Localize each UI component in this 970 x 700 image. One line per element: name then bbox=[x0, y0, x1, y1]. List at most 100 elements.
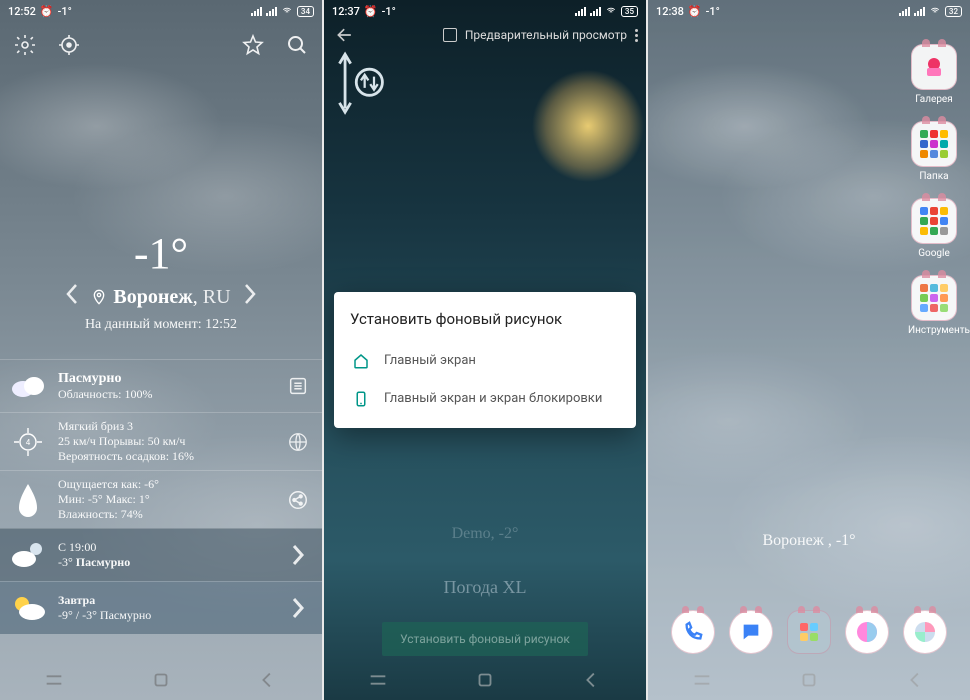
nav-recent-button[interactable] bbox=[691, 669, 713, 691]
location-name[interactable]: Воронеж, RU bbox=[113, 286, 230, 309]
preview-checkbox[interactable] bbox=[443, 28, 457, 42]
partly-cloudy-icon bbox=[6, 588, 50, 628]
screenshot-wallpaper-picker: 12:37 ⏰ -1° 35 Предварительный просмотр … bbox=[324, 0, 646, 700]
nav-back-button[interactable] bbox=[905, 669, 927, 691]
signal-icon-2 bbox=[914, 7, 925, 16]
phone-icon bbox=[352, 390, 370, 408]
app-gallery[interactable]: Галерея bbox=[908, 44, 960, 105]
app-google-folder[interactable]: Google bbox=[908, 198, 960, 259]
signal-icon bbox=[575, 7, 586, 16]
home-apps-column: Галерея Папка Google Инструме bbox=[908, 44, 960, 336]
settings-button[interactable] bbox=[12, 32, 38, 58]
overflow-menu-button[interactable] bbox=[635, 29, 638, 42]
feels-like-row[interactable]: Ощущается как: -6° Мин: -5° Макс: 1° Вла… bbox=[0, 470, 322, 528]
details-button[interactable] bbox=[284, 372, 312, 400]
gallery-icon bbox=[921, 54, 947, 80]
system-nav-bar bbox=[648, 660, 970, 700]
signal-icon-2 bbox=[266, 7, 277, 16]
locate-button[interactable] bbox=[56, 32, 82, 58]
phone-icon bbox=[682, 621, 704, 643]
chevron-right-icon bbox=[284, 541, 312, 569]
as-of-label: На данный момент: 12:52 bbox=[0, 317, 322, 333]
set-wallpaper-button[interactable]: Установить фоновый рисунок bbox=[382, 622, 588, 656]
app-folder[interactable]: Папка bbox=[908, 121, 960, 182]
back-button[interactable] bbox=[332, 22, 358, 48]
app-label: Галерея bbox=[908, 94, 960, 105]
browser-icon bbox=[855, 620, 879, 644]
app-name-label: Погода XL bbox=[324, 577, 646, 598]
svg-text:4: 4 bbox=[26, 438, 31, 447]
battery-icon: 35 bbox=[621, 6, 638, 17]
app-label: Инструменты bbox=[908, 325, 960, 336]
dock-browser-2[interactable] bbox=[903, 610, 947, 654]
wallpaper-header-bar: Предварительный просмотр bbox=[324, 24, 646, 46]
dock-folder[interactable] bbox=[787, 610, 831, 654]
favorite-button[interactable] bbox=[240, 32, 266, 58]
signal-icon bbox=[251, 7, 262, 16]
weather-summary: -1° Воронеж, RU На данный момент: 12:52 bbox=[0, 228, 322, 333]
feels-line2: Мин: -5° Макс: 1° bbox=[58, 492, 276, 507]
condition-row[interactable]: Пасмурно Облачность: 100% bbox=[0, 359, 322, 412]
nav-back-button[interactable] bbox=[257, 669, 279, 691]
prev-location-button[interactable] bbox=[59, 283, 85, 311]
feels-line1: Ощущается как: -6° bbox=[58, 477, 276, 492]
dock-phone[interactable] bbox=[671, 610, 715, 654]
map-button[interactable] bbox=[284, 428, 312, 456]
wind-line1: Мягкий бриз 3 bbox=[58, 419, 276, 434]
system-nav-bar bbox=[0, 660, 322, 700]
chevron-right-icon bbox=[284, 594, 312, 622]
status-time: 12:37 bbox=[332, 5, 360, 18]
nav-home-button[interactable] bbox=[798, 669, 820, 691]
screenshot-home-screen: 12:38 ⏰ -1° 32 Галерея Папка bbox=[648, 0, 970, 700]
preview-label: Предварительный просмотр bbox=[465, 28, 627, 42]
weather-details-list: Пасмурно Облачность: 100% 4 Мягкий бриз … bbox=[0, 359, 322, 634]
app-label: Google bbox=[908, 248, 960, 259]
status-bar: 12:38 ⏰ -1° 32 bbox=[648, 0, 970, 22]
nav-recent-button[interactable] bbox=[43, 669, 65, 691]
nav-recent-button[interactable] bbox=[367, 669, 389, 691]
star-icon bbox=[241, 33, 265, 57]
weather-widget[interactable]: Воронеж , -1° bbox=[648, 532, 970, 550]
nav-back-button[interactable] bbox=[581, 669, 603, 691]
nav-home-button[interactable] bbox=[150, 669, 172, 691]
location-pin-icon bbox=[91, 289, 107, 305]
chevron-right-icon bbox=[243, 283, 257, 305]
current-temperature: -1° bbox=[0, 228, 322, 279]
signal-icon bbox=[899, 7, 910, 16]
option-home-and-lock[interactable]: Главный экран и экран блокировки bbox=[350, 380, 620, 418]
option-home-screen[interactable]: Главный экран bbox=[350, 342, 620, 380]
demo-widget-text: Demo, -2° bbox=[324, 525, 646, 543]
wallpaper-preview-bottom: Demo, -2° Погода XL Установить фоновый р… bbox=[324, 525, 646, 656]
system-nav-bar bbox=[324, 660, 646, 700]
humidity-icon bbox=[6, 480, 50, 520]
option-label: Главный экран bbox=[384, 353, 476, 370]
battery-icon: 32 bbox=[945, 6, 962, 17]
dock bbox=[648, 610, 970, 654]
folder-icon bbox=[920, 284, 948, 312]
tomorrow-forecast-row[interactable]: Завтра -9° / -3° Пасмурно bbox=[0, 581, 322, 634]
cloud-icon bbox=[6, 366, 50, 406]
set-wallpaper-dialog: Установить фоновый рисунок Главный экран… bbox=[334, 292, 636, 428]
status-time: 12:52 bbox=[8, 5, 36, 18]
status-temp: -1° bbox=[706, 5, 720, 18]
chevron-left-icon bbox=[65, 283, 79, 305]
app-tools-folder[interactable]: Инструменты bbox=[908, 275, 960, 336]
chat-icon bbox=[740, 621, 762, 643]
status-bar: 12:52 ⏰ -1° 34 bbox=[0, 0, 322, 22]
dock-messages[interactable] bbox=[729, 610, 773, 654]
tomorrow-desc: -9° / -3° Пасмурно bbox=[58, 608, 276, 623]
status-bar: 12:37 ⏰ -1° 35 bbox=[324, 0, 646, 22]
search-button[interactable] bbox=[284, 32, 310, 58]
status-temp: -1° bbox=[382, 5, 396, 18]
battery-icon: 34 bbox=[297, 6, 314, 17]
nav-home-button[interactable] bbox=[474, 669, 496, 691]
folder-icon bbox=[920, 207, 948, 235]
wind-row[interactable]: 4 Мягкий бриз 3 25 км/ч Порывы: 50 км/ч … bbox=[0, 412, 322, 470]
share-button[interactable] bbox=[284, 486, 312, 514]
screenshot-weather-app: 12:52 ⏰ -1° 34 -1° bbox=[0, 0, 322, 700]
hourly-forecast-row[interactable]: С 19:00 -3° Пасмурно bbox=[0, 528, 322, 581]
app-label: Папка bbox=[908, 171, 960, 182]
dock-browser[interactable] bbox=[845, 610, 889, 654]
next-location-button[interactable] bbox=[237, 283, 263, 311]
status-time: 12:38 bbox=[656, 5, 684, 18]
